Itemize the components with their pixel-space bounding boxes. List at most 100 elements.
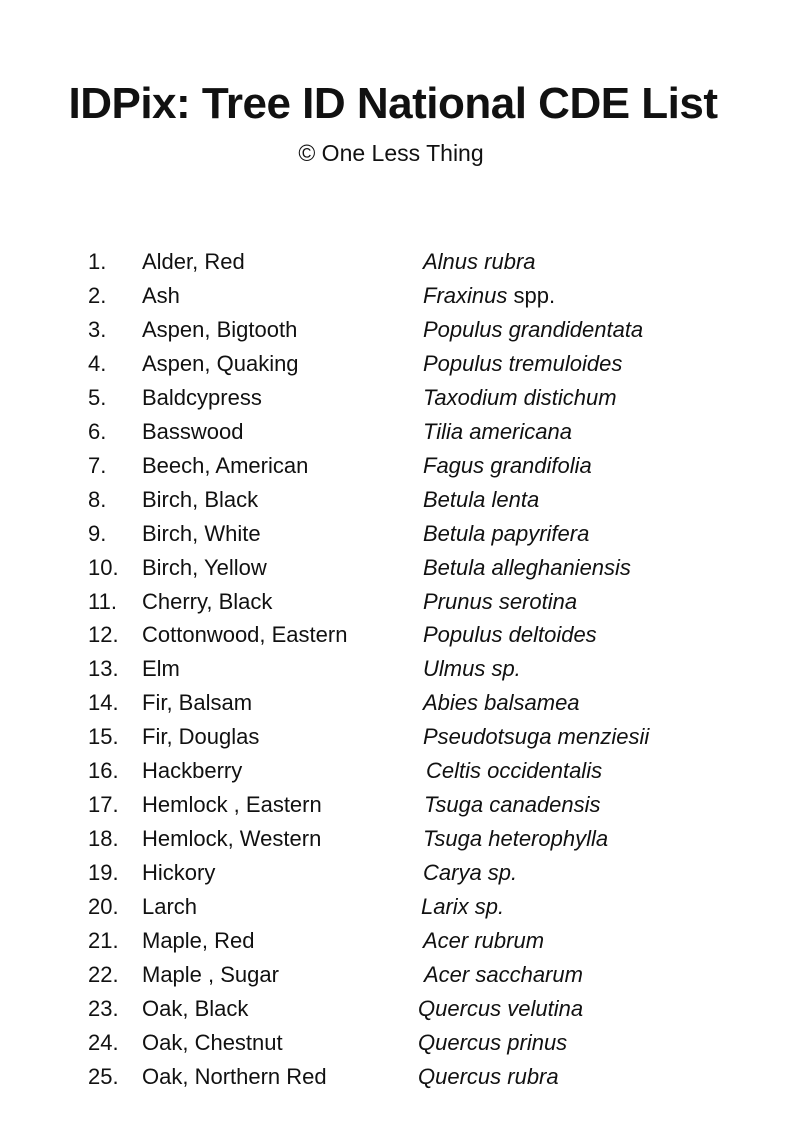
item-number: 24. (88, 1029, 119, 1055)
list-item: 24. Oak, Chestnut Quercus prinus (0, 1027, 800, 1061)
list-item: 16. Hackberry Celtis occidentalis (0, 755, 800, 789)
scientific-name: Populus grandidentata (423, 316, 644, 342)
scientific-name: Acer saccharum (424, 962, 583, 988)
item-number: 5. (88, 384, 107, 410)
list-item: 1. Alder, Red Alnus rubra (0, 246, 800, 280)
scientific-name: Betula alleghaniensis (423, 554, 631, 580)
list-item: 18. Hemlock, Western Tsuga heterophylla (0, 823, 800, 857)
item-number: 18. (88, 826, 119, 852)
scientific-name: Acer rubrum (423, 928, 545, 954)
common-name: Hackberry (142, 758, 243, 784)
common-name: Oak, Northern Red (142, 1063, 327, 1089)
item-number: 17. (88, 792, 119, 818)
scientific-name: Quercus prinus (418, 1029, 568, 1055)
common-name: Cottonwood, Eastern (142, 622, 348, 648)
scientific-name: Quercus velutina (418, 995, 584, 1021)
common-name: Baldcypress (142, 384, 262, 410)
page-title: IDPix: Tree ID National CDE List (68, 79, 718, 128)
common-name: Oak, Chestnut (142, 1029, 283, 1055)
list-item: 3. Aspen, Bigtooth Populus grandidentata (0, 314, 800, 348)
list-item: 14. Fir, Balsam Abies balsamea (0, 687, 800, 721)
list-item: 11. Cherry, Black Prunus serotina (0, 586, 800, 620)
item-number: 8. (88, 486, 107, 512)
item-number: 1. (88, 249, 107, 274)
common-name: Fir, Douglas (142, 724, 260, 750)
common-name: Birch, Yellow (142, 554, 267, 580)
common-name: Elm (142, 656, 180, 682)
list-item: 4. Aspen, Quaking Populus tremuloides (0, 348, 800, 382)
item-number: 3. (88, 316, 107, 342)
item-number: 4. (88, 350, 107, 376)
item-number: 12. (88, 622, 119, 648)
copyright-notice: © One Less Thing (298, 140, 484, 166)
common-name: Ash (142, 282, 180, 308)
list-item: 8. Birch, Black Betula lenta (0, 484, 800, 518)
list-item: 10. Birch, Yellow Betula alleghaniensis (0, 552, 800, 586)
scientific-name: Betula lenta (423, 486, 540, 512)
item-number: 6. (88, 418, 107, 444)
common-name: Birch, White (142, 520, 261, 546)
common-name: Maple, Red (142, 928, 255, 954)
scientific-name: Pseudotsuga menziesii (423, 724, 650, 750)
item-number: 21. (88, 928, 119, 954)
item-number: 7. (88, 452, 107, 478)
scientific-name: Tilia americana (423, 418, 572, 444)
scientific-name: Tsuga canadensis (424, 792, 601, 818)
scientific-name: Ulmus sp. (423, 656, 521, 682)
list-item: 22. Maple , Sugar Acer saccharum (0, 959, 800, 993)
list-item: 5. Baldcypress Taxodium distichum (0, 382, 800, 416)
common-name: Oak, Black (142, 995, 249, 1021)
scientific-name: Carya sp. (423, 860, 518, 886)
item-number: 23. (88, 995, 119, 1021)
scientific-name: Alnus rubra (423, 249, 536, 274)
scientific-name: Betula papyrifera (423, 520, 590, 546)
common-name: Birch, Black (142, 486, 259, 512)
list-item: 9. Birch, White Betula papyrifera (0, 518, 800, 552)
scientific-name: Larix sp. (421, 894, 505, 920)
scientific-name: Populus tremuloides (423, 350, 623, 376)
scientific-name: Celtis occidentalis (426, 758, 603, 784)
common-name: Larch (142, 894, 198, 920)
common-name: Hemlock, Western (142, 826, 322, 852)
common-name: Aspen, Bigtooth (142, 316, 298, 342)
list-item: 13. Elm Ulmus sp. (0, 653, 800, 687)
scientific-name: Tsuga heterophylla (423, 826, 609, 852)
scientific-name: Fagus grandifolia (423, 452, 592, 478)
item-number: 16. (88, 758, 119, 784)
scientific-name: Taxodium distichum (423, 384, 617, 410)
scientific-name: Abies balsamea (423, 690, 580, 716)
item-number: 13. (88, 656, 119, 682)
list-item: 15. Fir, Douglas Pseudotsuga menziesii (0, 721, 800, 755)
item-number: 15. (88, 724, 119, 750)
scientific-name: Fraxinus spp. (423, 282, 556, 308)
list-item: 25. Oak, Northern Red Quercus rubra (0, 1061, 800, 1095)
common-name: Maple , Sugar (142, 962, 279, 988)
list-item: 23. Oak, Black Quercus velutina (0, 993, 800, 1027)
item-number: 2. (88, 282, 107, 308)
common-name: Alder, Red (142, 249, 245, 274)
scientific-name: Quercus rubra (418, 1063, 559, 1089)
common-name: Hickory (142, 860, 216, 886)
common-name: Cherry, Black (142, 588, 273, 614)
scientific-name: Prunus serotina (423, 588, 578, 614)
common-name: Beech, American (142, 452, 309, 478)
list-item: 7. Beech, American Fagus grandifolia (0, 450, 800, 484)
list-item: 19. Hickory Carya sp. (0, 857, 800, 891)
list-item: 2. Ash Fraxinus spp. (0, 280, 800, 314)
item-number: 14. (88, 690, 119, 716)
list-item: 21. Maple, Red Acer rubrum (0, 925, 800, 959)
common-name: Fir, Balsam (142, 690, 253, 716)
tree-list: 1. Alder, Red Alnus rubra 2. Ash Fraxinus sp… (0, 246, 800, 1095)
item-number: 19. (88, 860, 119, 886)
common-name: Aspen, Quaking (142, 350, 299, 376)
list-item: 17. Hemlock , Eastern Tsuga canadensis (0, 789, 800, 823)
item-number: 22. (88, 962, 119, 988)
item-number: 10. (88, 554, 119, 580)
scientific-name: Populus deltoides (423, 622, 597, 648)
item-number: 20. (88, 894, 119, 920)
list-item: 20. Larch Larix sp. (0, 891, 800, 925)
item-number: 9. (88, 520, 107, 546)
common-name: Basswood (142, 418, 244, 444)
list-item: 12. Cottonwood, Eastern Populus deltoides (0, 619, 800, 653)
list-item: 6. Basswood Tilia americana (0, 416, 800, 450)
